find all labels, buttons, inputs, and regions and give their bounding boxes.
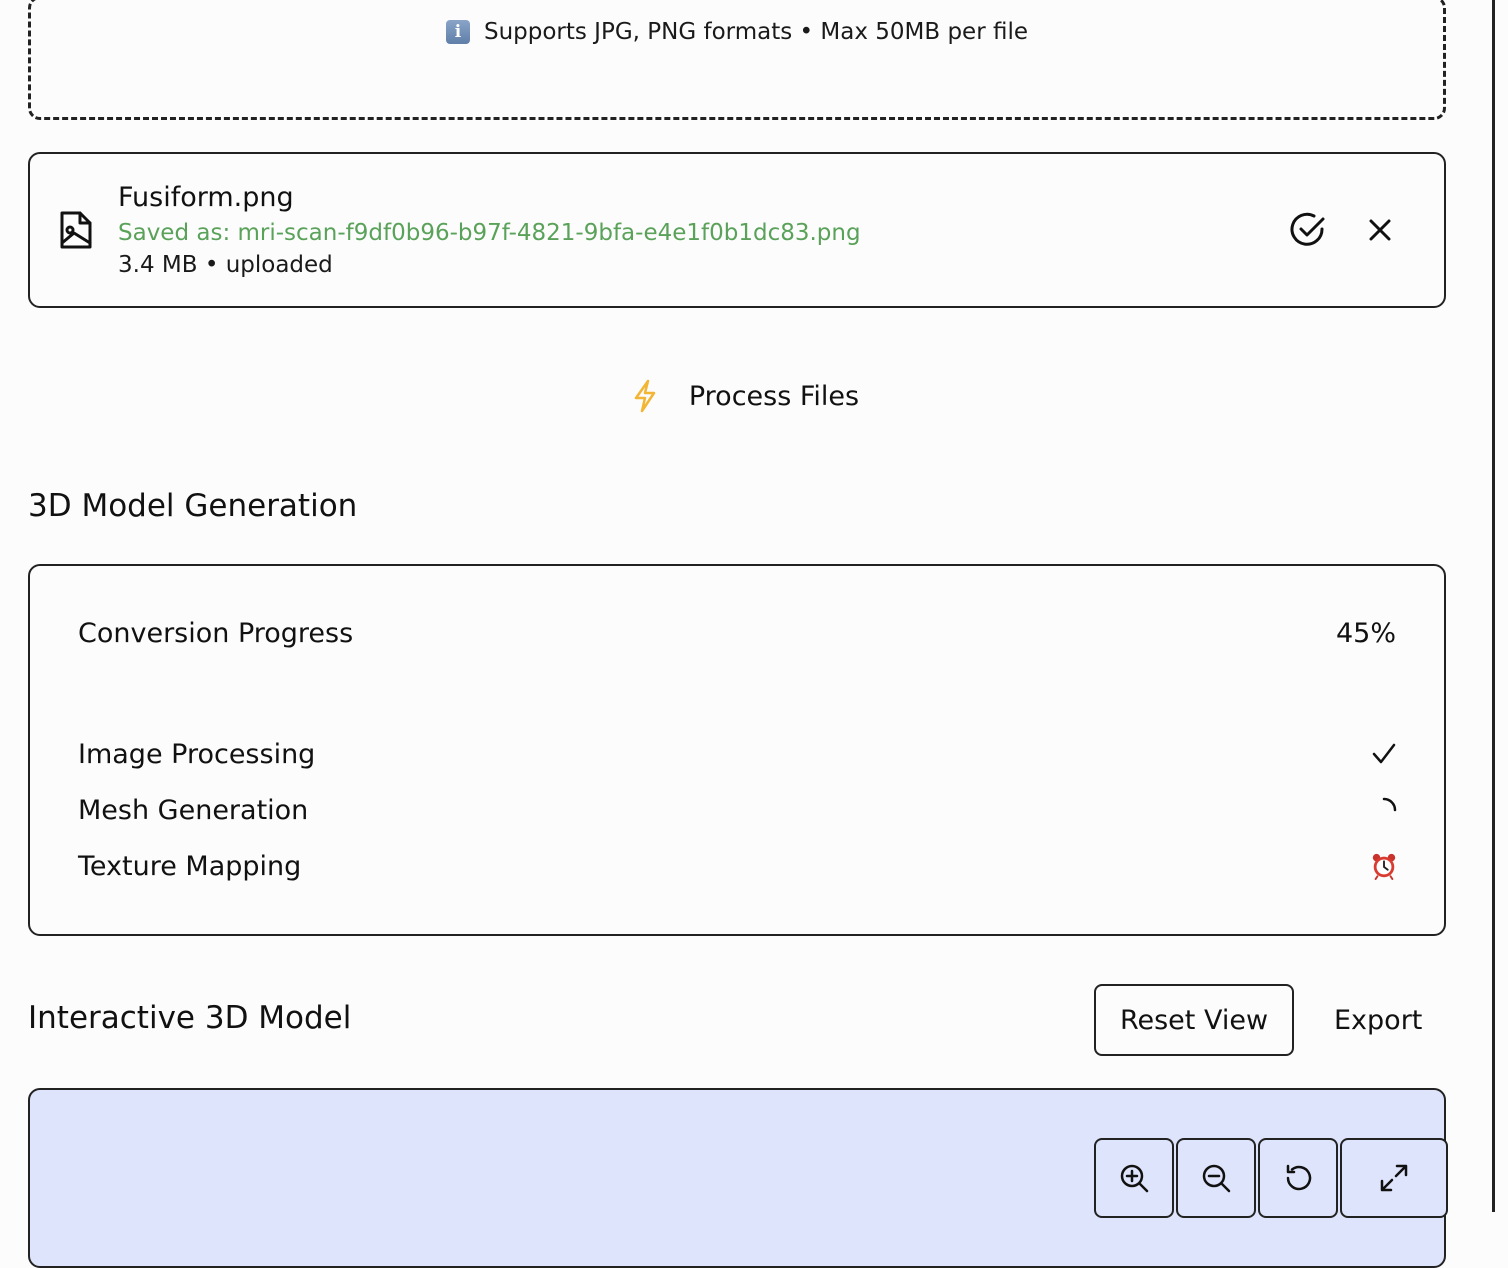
zoom-out-button[interactable]	[1176, 1138, 1256, 1218]
step-texture-mapping: Texture Mapping	[78, 846, 1398, 886]
process-files-button[interactable]: Process Files	[600, 366, 890, 426]
image-file-icon	[58, 210, 94, 250]
progress-label: Conversion Progress	[78, 618, 354, 649]
rotate-icon	[1286, 1164, 1312, 1191]
conversion-progress-card: Conversion Progress 45% Image Processing…	[28, 564, 1446, 936]
file-meta: 3.4 MB • uploaded	[118, 252, 333, 278]
remove-file-button[interactable]	[1364, 214, 1396, 246]
fullscreen-button[interactable]	[1340, 1138, 1448, 1218]
upload-hint: i Supports JPG, PNG formats • Max 50MB p…	[31, 19, 1443, 45]
progress-percent: 45%	[1335, 618, 1396, 649]
upload-hint-text: Supports JPG, PNG formats • Max 50MB per…	[483, 19, 1029, 45]
viewer-actions: Reset View Export	[1094, 984, 1422, 1056]
checkmark-icon	[1370, 740, 1398, 768]
export-button[interactable]: Export	[1334, 1005, 1422, 1036]
viewer-title: Interactive 3D Model	[28, 1000, 352, 1036]
generation-title: 3D Model Generation	[28, 488, 358, 524]
step-mesh-generation: Mesh Generation	[78, 790, 1398, 830]
uploaded-file-card: Fusiform.png Saved as: mri-scan-f9df0b96…	[28, 152, 1446, 308]
fullscreen-icon	[1380, 1164, 1408, 1192]
step-label: Texture Mapping	[78, 850, 302, 882]
file-name: Fusiform.png	[118, 182, 294, 213]
reset-view-button[interactable]: Reset View	[1094, 984, 1294, 1056]
viewer-controls	[1094, 1138, 1448, 1218]
spinner-icon	[1370, 796, 1398, 824]
zoom-out-icon	[1202, 1164, 1231, 1193]
alarm-clock-icon	[1370, 852, 1398, 880]
check-circle-icon	[1290, 212, 1326, 248]
rotate-button[interactable]	[1258, 1138, 1338, 1218]
zoom-in-button[interactable]	[1094, 1138, 1174, 1218]
process-files-label: Process Files	[688, 380, 860, 412]
upload-dropzone[interactable]: i Supports JPG, PNG formats • Max 50MB p…	[28, 0, 1446, 120]
step-label: Image Processing	[78, 738, 316, 770]
step-image-processing: Image Processing	[78, 734, 1398, 774]
step-label: Mesh Generation	[78, 794, 309, 826]
model-viewer-canvas[interactable]	[28, 1088, 1448, 1268]
bolt-icon	[631, 379, 659, 413]
right-divider	[1492, 0, 1495, 1212]
info-icon: i	[445, 20, 470, 44]
zoom-in-icon	[1120, 1164, 1149, 1193]
file-saved-as: Saved as: mri-scan-f9df0b96-b97f-4821-9b…	[118, 220, 861, 246]
close-icon	[1369, 219, 1391, 241]
